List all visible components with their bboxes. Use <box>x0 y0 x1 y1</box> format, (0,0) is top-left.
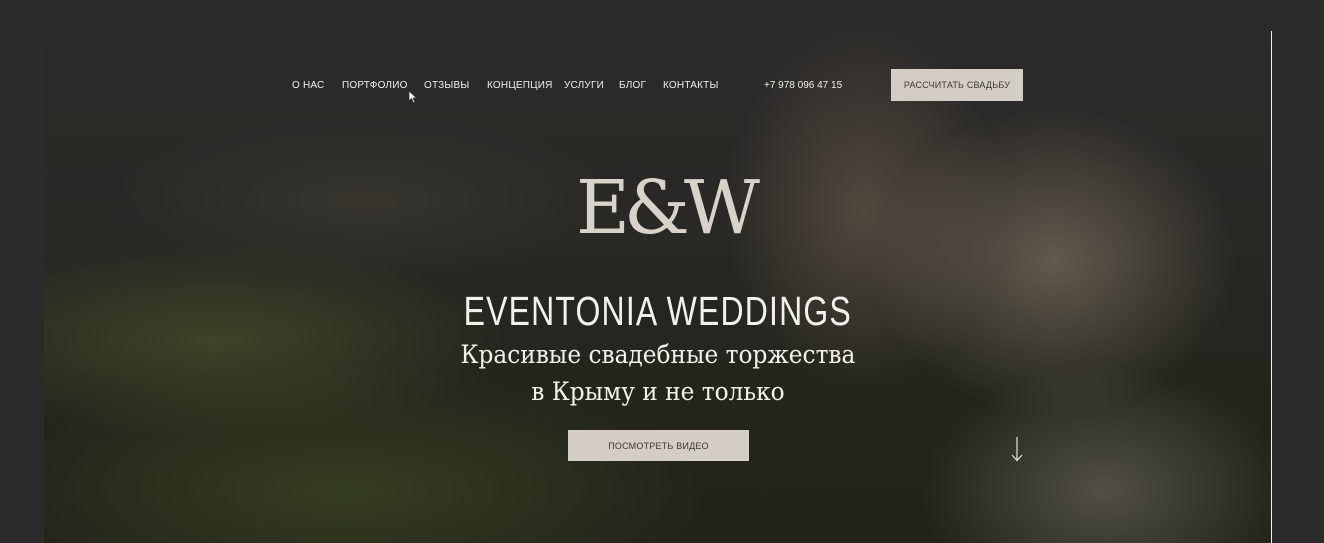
nav-item-about[interactable]: О НАС <box>292 80 324 91</box>
frame-edge <box>1271 31 1272 543</box>
arrow-down-icon[interactable] <box>1009 435 1025 463</box>
nav-item-blog[interactable]: БЛОГ <box>619 80 646 91</box>
calculate-wedding-button[interactable]: РАССЧИТАТЬ СВАДЬБУ <box>891 69 1023 101</box>
tagline-line-2: в Крыму и не только <box>531 377 785 406</box>
nav-item-services[interactable]: УСЛУГИ <box>564 80 604 91</box>
tagline-line-1: Красивые свадебные торжества <box>460 340 856 369</box>
brand-title: EVENTONIA WEDDINGS <box>463 288 852 335</box>
mouse-cursor-icon <box>408 90 418 104</box>
nav-item-concept[interactable]: КОНЦЕПЦИЯ <box>487 80 553 91</box>
hero-section: О НАС ПОРТФОЛИО ОТЗЫВЫ КОНЦЕПЦИЯ УСЛУГИ … <box>44 31 1272 543</box>
hero-tagline: Красивые свадебные торжества в Крыму и н… <box>87 336 1229 410</box>
watch-video-button[interactable]: ПОСМОТРЕТЬ ВИДЕО <box>568 430 749 461</box>
nav-item-contacts[interactable]: КОНТАКТЫ <box>663 80 719 91</box>
phone-link[interactable]: +7 978 096 47 15 <box>764 80 842 91</box>
logo: E&W <box>576 165 760 251</box>
nav-item-reviews[interactable]: ОТЗЫВЫ <box>424 80 469 91</box>
nav-item-portfolio[interactable]: ПОРТФОЛИО <box>342 80 408 91</box>
